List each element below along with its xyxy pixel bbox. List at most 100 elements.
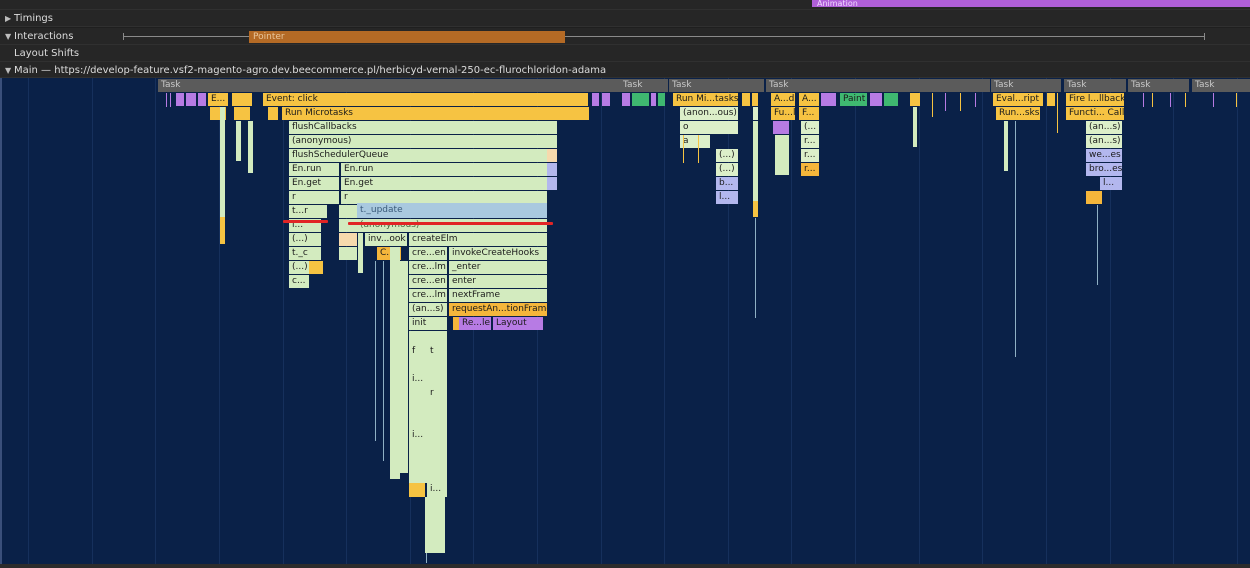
script-block[interactable] <box>1047 93 1055 106</box>
pointer-interaction-bar[interactable]: Pointer <box>249 31 565 43</box>
function-block[interactable]: r <box>427 387 447 401</box>
function-block[interactable] <box>309 261 323 274</box>
task-block[interactable]: Task <box>1064 79 1126 92</box>
function-call-block[interactable]: Functi... Call <box>1066 107 1124 120</box>
create-elm-block[interactable]: createElm <box>409 233 547 246</box>
function-block[interactable] <box>236 121 241 161</box>
rendering-block[interactable] <box>773 121 789 134</box>
function-block[interactable] <box>358 233 363 273</box>
function-block[interactable] <box>339 219 357 232</box>
t-update-block[interactable]: t._update <box>357 203 547 218</box>
task-block[interactable]: Task <box>766 79 990 92</box>
rendering-block[interactable] <box>176 93 184 106</box>
function-block[interactable]: cre...en <box>409 247 447 260</box>
paint-block[interactable]: Paint <box>840 93 867 106</box>
function-block[interactable]: (...) <box>289 261 309 274</box>
function-block[interactable] <box>409 443 447 483</box>
task-block[interactable]: Task <box>158 79 620 92</box>
function-block[interactable] <box>409 483 425 497</box>
function-block[interactable] <box>753 201 758 217</box>
function-block[interactable]: Fu...l <box>771 107 795 120</box>
task-block[interactable]: Task <box>991 79 1061 92</box>
task-block[interactable]: Task <box>620 79 668 92</box>
layout-shifts-track[interactable]: Layout Shifts <box>0 45 1250 62</box>
task-block[interactable]: Task <box>1128 79 1189 92</box>
rendering-block[interactable] <box>602 93 610 106</box>
function-block[interactable]: cre...en <box>409 275 447 288</box>
function-block[interactable] <box>547 149 557 162</box>
script-block[interactable] <box>234 107 250 120</box>
next-frame-block[interactable]: nextFrame <box>449 289 547 302</box>
function-block[interactable] <box>547 177 557 190</box>
invoke-hook-block[interactable]: inv...ook <box>365 233 407 246</box>
function-block[interactable]: t <box>427 345 447 359</box>
function-block[interactable]: i... <box>409 429 427 443</box>
evaluate-script-block[interactable]: Eval...ript <box>993 93 1043 106</box>
rendering-block[interactable] <box>651 93 656 106</box>
function-block[interactable]: (...) <box>716 163 738 176</box>
function-block[interactable]: (an...s) <box>1086 135 1122 148</box>
anonymous-block[interactable]: (anonymous) <box>289 135 557 148</box>
function-block[interactable]: b... <box>716 177 738 190</box>
function-block[interactable]: i... <box>427 483 447 497</box>
function-block[interactable]: (an...s) <box>409 303 447 316</box>
function-block[interactable]: t._c <box>289 247 321 260</box>
run-microtasks-block[interactable]: Run...sks <box>996 107 1040 120</box>
function-block[interactable] <box>753 121 758 201</box>
function-block[interactable]: (...) <box>289 233 321 246</box>
flame-chart[interactable]: Task Task Task Task Task Task Task Task … <box>0 78 1250 564</box>
event-click-block[interactable]: Event: click <box>263 93 588 106</box>
enter-block[interactable]: enter <box>449 275 547 288</box>
function-block[interactable]: r... <box>801 163 819 176</box>
function-block[interactable] <box>339 247 357 260</box>
function-block[interactable]: cre...lm <box>409 289 447 302</box>
function-block[interactable]: r... <box>801 149 819 162</box>
paint-block[interactable] <box>884 93 898 106</box>
function-block[interactable]: c... <box>289 275 309 288</box>
function-block[interactable]: f <box>409 345 427 359</box>
function-block[interactable]: (... <box>801 121 819 134</box>
rendering-block[interactable] <box>622 93 630 106</box>
fire-callback-block[interactable]: Fire l...llback <box>1066 93 1124 106</box>
function-block[interactable] <box>339 205 357 218</box>
timings-track[interactable]: ▶ Timings <box>0 10 1250 27</box>
main-thread-track[interactable]: ▼ Main — https://develop-feature.vsf2-mag… <box>0 62 1250 78</box>
function-block[interactable]: r... <box>801 135 819 148</box>
en-get-block[interactable]: En.get <box>289 177 339 190</box>
recalculate-style-block[interactable]: Re...le <box>459 317 491 330</box>
collapse-arrow-icon[interactable]: ▼ <box>5 32 14 41</box>
bottom-scrollbar[interactable] <box>0 564 1250 568</box>
function-block[interactable] <box>409 331 447 345</box>
script-block[interactable]: A... <box>799 93 819 106</box>
function-block[interactable] <box>248 121 253 173</box>
collapse-arrow-icon[interactable]: ▼ <box>5 66 14 75</box>
function-block[interactable]: i... <box>409 373 427 387</box>
invoke-create-hooks-block[interactable]: invokeCreateHooks <box>449 247 547 260</box>
task-block[interactable]: Task <box>1192 79 1250 92</box>
script-block[interactable] <box>742 93 750 106</box>
function-block[interactable] <box>390 247 400 479</box>
run-microtasks-block[interactable]: Run Mi...tasks <box>673 93 738 106</box>
function-block[interactable]: t...r <box>289 205 321 218</box>
function-block[interactable] <box>339 233 357 246</box>
init-block[interactable]: init <box>409 317 447 330</box>
function-block[interactable] <box>409 387 427 401</box>
function-block[interactable]: we...es <box>1086 149 1122 162</box>
function-block[interactable]: cre...lm <box>409 261 447 274</box>
script-block[interactable] <box>752 93 758 106</box>
script-block[interactable]: A...d <box>771 93 795 106</box>
function-block[interactable] <box>427 373 447 387</box>
function-block[interactable] <box>427 429 447 443</box>
function-block[interactable] <box>1086 191 1102 204</box>
en-run-block[interactable]: En.run <box>289 163 339 176</box>
anonymous-block[interactable]: (anonymous) <box>357 219 547 232</box>
function-block[interactable] <box>425 497 445 553</box>
function-block[interactable]: l... <box>1100 177 1122 190</box>
function-block[interactable]: (...) <box>716 149 738 162</box>
rendering-block[interactable] <box>870 93 882 106</box>
function-block[interactable]: a <box>680 135 710 148</box>
function-block[interactable] <box>400 261 408 473</box>
paint-block[interactable] <box>632 93 649 106</box>
script-block[interactable] <box>910 93 920 106</box>
flush-scheduler-queue-block[interactable]: flushSchedulerQueue <box>289 149 547 162</box>
